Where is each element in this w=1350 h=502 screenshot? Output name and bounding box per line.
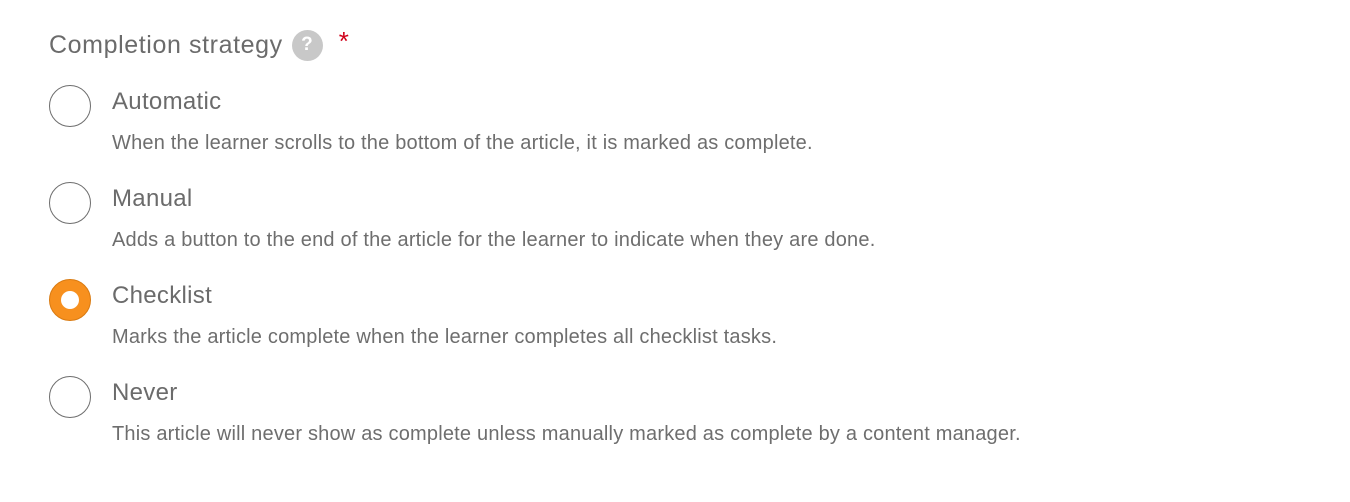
option-title: Checklist [112, 282, 213, 309]
question-mark-icon[interactable]: ? [291, 29, 323, 61]
field-label-row: Completion strategy ? * [49, 25, 350, 62]
completion-strategy-field: Completion strategy ? * Automatic When t… [0, 0, 1350, 502]
radio-option-automatic[interactable]: Automatic When the learner scrolls to th… [49, 85, 1299, 177]
option-description: Marks the article complete when the lear… [112, 326, 778, 348]
required-asterisk: * [338, 25, 350, 56]
field-label: Completion strategy [49, 30, 283, 59]
radio-button-manual[interactable] [49, 182, 91, 224]
option-description: When the learner scrolls to the bottom o… [112, 132, 813, 154]
radio-button-never[interactable] [49, 376, 91, 418]
radio-option-checklist[interactable]: Checklist Marks the article complete whe… [49, 279, 1299, 371]
radio-option-never[interactable]: Never This article will never show as co… [49, 376, 1299, 468]
option-description: This article will never show as complete… [112, 423, 1021, 445]
radio-option-manual[interactable]: Manual Adds a button to the end of the a… [49, 182, 1299, 274]
option-title: Automatic [112, 88, 222, 115]
option-description: Adds a button to the end of the article … [112, 229, 876, 251]
option-title: Manual [112, 185, 193, 212]
radio-button-checklist[interactable] [49, 279, 91, 321]
option-title: Never [112, 379, 178, 406]
radio-button-automatic[interactable] [49, 85, 91, 127]
